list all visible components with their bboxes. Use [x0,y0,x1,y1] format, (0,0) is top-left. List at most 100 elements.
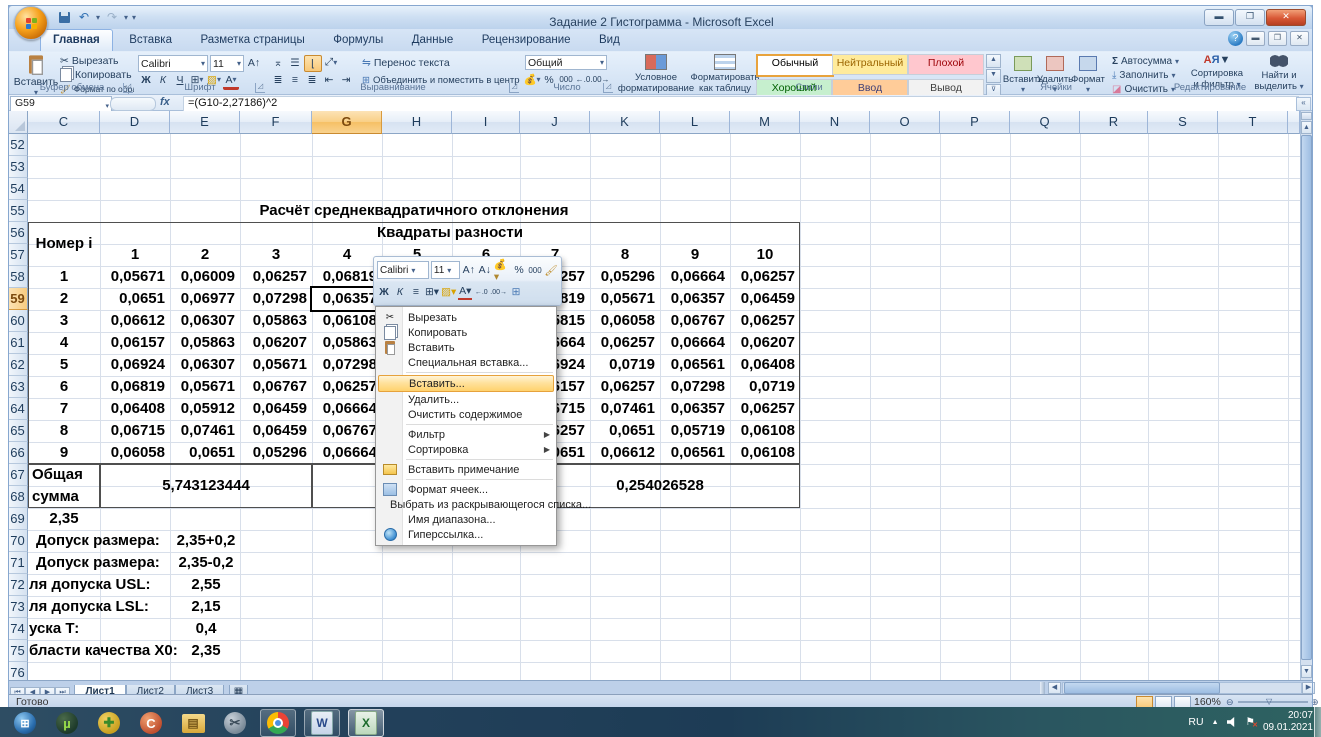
cell-C66[interactable]: 9 [28,442,100,464]
mini-grow-font-icon[interactable]: A↑ [462,262,476,278]
cell-F61[interactable]: 0,06207 [240,332,312,354]
cell-K58[interactable]: 0,05296 [590,266,660,288]
merged-sum-left[interactable]: 5,743123444 [100,464,312,508]
row-header-57[interactable]: 57 [8,244,28,266]
cell-C63[interactable]: 6 [28,376,100,398]
context-menu-item-11[interactable]: Сортировка▶ [376,442,556,457]
context-menu-item-8[interactable]: Очистить содержимое [376,407,556,422]
undo-dropdown-icon[interactable]: ▾ [96,13,100,22]
cell-C67[interactable]: Общая [32,464,98,486]
workbook-close-button[interactable]: ✕ [1290,31,1309,46]
cell-K65[interactable]: 0,0651 [590,420,660,442]
row-header-52[interactable]: 52 [8,134,28,156]
zoom-slider-thumb[interactable]: ▽ [1266,697,1272,706]
cell-E65[interactable]: 0,07461 [170,420,240,442]
row-header-55[interactable]: 55 [8,200,28,222]
cell-style-2[interactable]: Нейтральный [832,54,908,75]
row-header-60[interactable]: 60 [8,310,28,332]
context-menu-item-18[interactable]: Гиперссылка... [376,527,556,542]
column-header-G[interactable]: G [312,111,382,134]
row-header-67[interactable]: 67 [8,464,28,486]
ccleaner-taskbar-icon[interactable]: C [134,710,168,736]
cell-G64[interactable]: 0,06664 [312,398,382,420]
wrap-text-button[interactable]: ⇋Перенос текста [362,56,450,70]
align-middle-icon[interactable]: ☰ [287,55,303,70]
tab-glavnaya[interactable]: Главная [40,29,113,51]
cell-D59[interactable]: 0,0651 [100,288,170,310]
cell-value-row-74[interactable]: 0,4 [100,618,312,640]
tab-recenzirovanie[interactable]: Рецензирование [470,30,583,51]
row-header-70[interactable]: 70 [8,530,28,552]
context-menu-item-13[interactable]: Вставить примечание [376,462,556,477]
column-header-H[interactable]: H [382,111,452,134]
column-header-E[interactable]: E [170,111,240,134]
cell-E64[interactable]: 0,05912 [170,398,240,420]
mini-font-color-icon[interactable]: А▾ [458,285,472,300]
cell-E66[interactable]: 0,0651 [170,442,240,464]
column-header-partial[interactable] [1288,111,1300,134]
row-header-58[interactable]: 58 [8,266,28,288]
cell-C64[interactable]: 7 [28,398,100,420]
cell-G61[interactable]: 0,05863 [312,332,382,354]
cell-M61[interactable]: 0,06207 [730,332,800,354]
vertical-scrollbar-thumb[interactable] [1301,135,1312,660]
vscroll-split-handle[interactable] [1301,112,1312,120]
cell-F66[interactable]: 0,05296 [240,442,312,464]
row-header-68[interactable]: 68 [8,486,28,508]
gallery-scroll-up-icon[interactable]: ▲ [986,54,1001,68]
start-button[interactable]: ⊞ [8,710,42,736]
excel-taskbar-icon[interactable]: X [348,709,384,737]
row-header-71[interactable]: 71 [8,552,28,574]
font-size-combo[interactable]: 11▾ [210,55,244,72]
tab-vid[interactable]: Вид [587,30,632,51]
close-button[interactable]: ✕ [1266,9,1306,26]
cell-C62[interactable]: 5 [28,354,100,376]
row-header-66[interactable]: 66 [8,442,28,464]
cell-K60[interactable]: 0,06058 [590,310,660,332]
context-menu-item-17[interactable]: Имя диапазона... [376,512,556,527]
cell-C68[interactable]: сумма [32,486,98,508]
utorrent-taskbar-icon[interactable]: µ [50,710,84,736]
cell-E61[interactable]: 0,05863 [170,332,240,354]
cell-C65[interactable]: 8 [28,420,100,442]
context-menu-item-3[interactable]: Вставить [376,340,556,355]
tab-vstavka[interactable]: Вставка [117,30,184,51]
alignment-dialog-launcher-icon[interactable]: ◿ [509,83,519,93]
tray-expand-icon[interactable]: ▲ [1212,719,1219,726]
mini-shrink-font-icon[interactable]: A↓ [478,262,492,278]
cell-L61[interactable]: 0,06664 [660,332,730,354]
speaker-icon[interactable] [1227,717,1238,727]
formula-bar-collapse-icon[interactable]: « [1296,97,1311,111]
qat-customize-icon[interactable]: ▾ [132,13,136,22]
cell-L60[interactable]: 0,06767 [660,310,730,332]
tab-formuly[interactable]: Формулы [321,30,395,51]
number-dialog-launcher-icon[interactable]: ◿ [603,83,613,93]
vscroll-up-icon[interactable]: ▲ [1301,121,1312,134]
col-number-8[interactable]: 8 [590,244,660,266]
cell-G63[interactable]: 0,06257 [312,376,382,398]
fill-button[interactable]: ⤓Заполнить▾ [1112,68,1179,82]
column-header-L[interactable]: L [660,111,730,134]
mini-font-size-combo[interactable]: 11▾ [431,261,460,279]
column-header-K[interactable]: K [590,111,660,134]
word-taskbar-icon[interactable]: W [304,709,340,737]
cell-G65[interactable]: 0,06767 [312,420,382,442]
cell-K63[interactable]: 0,06257 [590,376,660,398]
row-header-62[interactable]: 62 [8,354,28,376]
cell-C59[interactable]: 2 [28,288,100,310]
formula-input[interactable]: =(G10-2,27186)^2 [183,96,1299,112]
row-header-74[interactable]: 74 [8,618,28,640]
row-header-69[interactable]: 69 [8,508,28,530]
cell-M58[interactable]: 0,06257 [730,266,800,288]
chrome-taskbar-icon[interactable] [260,709,296,737]
cell-L58[interactable]: 0,06664 [660,266,730,288]
tab-razmetka[interactable]: Разметка страницы [188,30,316,51]
column-header-R[interactable]: R [1080,111,1148,134]
cell-M62[interactable]: 0,06408 [730,354,800,376]
help-icon[interactable]: ? [1228,31,1243,46]
number-format-combo[interactable]: Общий▾ [525,55,607,70]
row-header-54[interactable]: 54 [8,178,28,200]
column-header-I[interactable]: I [452,111,520,134]
mini-borders-icon[interactable]: ⊞▾ [425,284,439,300]
show-desktop-button[interactable] [1314,707,1321,737]
